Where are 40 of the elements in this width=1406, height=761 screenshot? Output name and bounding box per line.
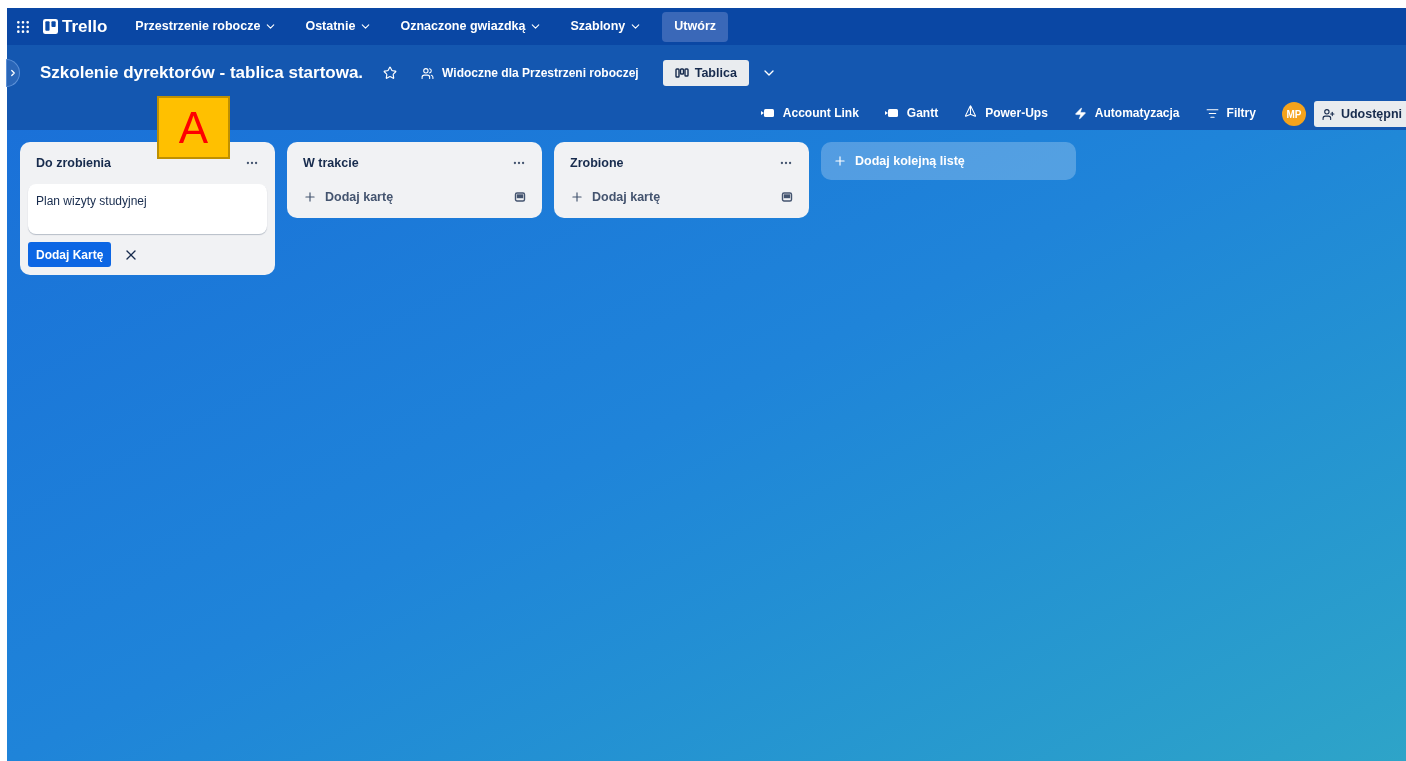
card-template-icon[interactable] (514, 191, 526, 203)
add-person-icon (1321, 107, 1335, 121)
sidebar-toggle[interactable] (6, 59, 20, 87)
add-card-button[interactable]: Dodaj Kartę (28, 242, 112, 267)
board-action-button[interactable]: Filtry (1205, 101, 1256, 125)
app-switcher-icon[interactable] (15, 18, 31, 35)
filter-icon (1205, 106, 1219, 120)
board-view-icon (674, 68, 689, 78)
powerup-icon (760, 107, 775, 119)
nav-menu-button[interactable]: Przestrzenie robocze (127, 12, 286, 41)
trello-logo-icon (43, 19, 58, 34)
create-button[interactable]: Utwórz (662, 11, 728, 42)
list-title[interactable]: Do zrobienia (36, 153, 111, 173)
add-card-button[interactable]: Dodaj kartę (570, 187, 661, 207)
chevron-right-icon (8, 68, 18, 78)
visibility-button[interactable]: Widoczne dla Przestrzeni roboczej (409, 64, 651, 82)
powerup-icon (884, 107, 899, 119)
star-icon[interactable] (383, 66, 398, 80)
lightning-icon (1073, 106, 1087, 120)
card-template-icon[interactable] (781, 191, 793, 203)
board-action-button[interactable]: Account Link (760, 101, 859, 125)
app-name[interactable]: Trello (62, 13, 108, 40)
annotation-label: A (157, 96, 230, 159)
nav-menu-button[interactable]: Oznaczone gwiazdką (392, 12, 551, 41)
people-icon (421, 66, 435, 80)
share-button[interactable]: Udostępni (1313, 101, 1406, 127)
list-title[interactable]: Zrobione (570, 153, 624, 173)
nav-menu-button[interactable]: Szablony (562, 12, 651, 41)
plus-icon (833, 154, 847, 168)
add-card-button[interactable]: Dodaj kartę (303, 187, 394, 207)
board-action-button[interactable]: Automatyzacja (1073, 101, 1180, 125)
view-button[interactable]: Tablica (662, 60, 749, 86)
list-title[interactable]: W trakcie (303, 153, 359, 173)
plus-icon (570, 190, 584, 204)
plus-icon (303, 190, 317, 204)
board-action-button[interactable]: Gantt (884, 101, 939, 125)
board-title[interactable]: Szkolenie dyrektorów - tablica startowa. (40, 60, 364, 86)
nav-menu-button[interactable]: Ostatnie (297, 12, 381, 41)
card-title-input[interactable]: Plan wizyty studyjnej (28, 184, 267, 234)
board-action-button[interactable]: Power-Ups (964, 101, 1048, 125)
